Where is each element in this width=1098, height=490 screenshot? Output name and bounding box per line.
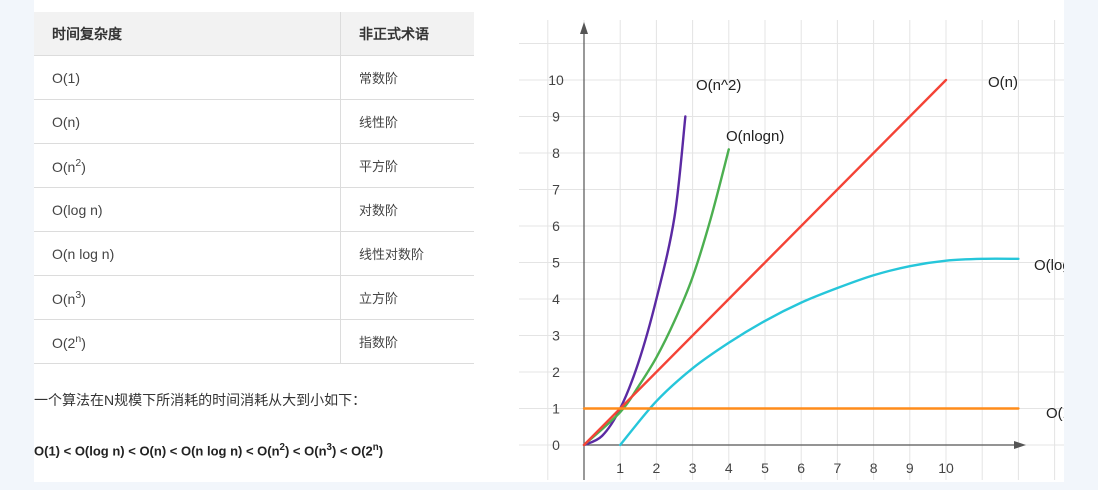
complexity-table-section: 时间复杂度 非正式术语 O(1) 常数阶 O(n) 线性阶 O(n2) 平方阶	[34, 0, 474, 482]
term-cell: 常数阶	[340, 55, 474, 100]
x-tick-label: 3	[689, 460, 697, 476]
table-row: O(2n) 指数阶	[34, 319, 474, 364]
notation-cell: O(n2)	[34, 143, 341, 188]
table-header-row: 时间复杂度 非正式术语	[34, 12, 474, 56]
x-tick-label: 8	[870, 460, 878, 476]
term-cell: 立方阶	[340, 275, 474, 320]
complexity-growth-chart: 0 1 2 3 4 5 6 7 8 9 10 1 2 3 4 5 6 7 8 9 10 O(n^2) O(nlogn) O(n…	[519, 20, 1064, 480]
complexity-caption: 一个算法在N规模下所消耗的时间消耗从大到小如下：	[34, 392, 367, 408]
series-line-o-logn	[619, 257, 1020, 447]
notation-cell: O(n)	[34, 99, 341, 144]
term-cell: 线性阶	[340, 99, 474, 144]
y-tick-label: 1	[552, 401, 560, 417]
series-label: O(logn)	[1034, 257, 1064, 274]
table-row: O(n) 线性阶	[34, 99, 474, 144]
term-cell: 平方阶	[340, 143, 474, 188]
y-tick-label: 3	[552, 328, 560, 344]
y-tick-label: 9	[552, 109, 560, 125]
y-tick-label: 7	[552, 182, 560, 198]
series-label: O(nlogn)	[726, 128, 784, 145]
series-line-o-n-2	[582, 115, 687, 447]
y-tick-label: 4	[552, 291, 560, 307]
y-axis-arrow	[580, 22, 588, 34]
term-cell: 指数阶	[340, 319, 474, 364]
series-label: O(n)	[988, 74, 1018, 91]
term-cell: 线性对数阶	[340, 231, 474, 276]
notation-cell: O(n3)	[34, 275, 341, 320]
table-row: O(log n) 对数阶	[34, 187, 474, 232]
y-tick-label: 2	[552, 364, 560, 380]
x-tick-label: 1	[616, 460, 624, 476]
x-tick-label: 9	[906, 460, 914, 476]
y-tick-label: 0	[552, 437, 560, 453]
series-label: O(n^2)	[696, 77, 741, 94]
y-tick-label: 10	[548, 72, 564, 88]
table-row: O(n2) 平方阶	[34, 143, 474, 188]
y-tick-label: 5	[552, 255, 560, 271]
x-tick-label: 6	[797, 460, 805, 476]
notation-cell: O(1)	[34, 55, 341, 100]
notation-cell: O(log n)	[34, 187, 341, 232]
series-label: O(1)	[1046, 405, 1064, 422]
table-row: O(n log n) 线性对数阶	[34, 231, 474, 276]
x-tick-label: 10	[938, 460, 954, 476]
y-tick-label: 8	[552, 145, 560, 161]
complexity-table: 时间复杂度 非正式术语 O(1) 常数阶 O(n) 线性阶 O(n2) 平方阶	[34, 12, 474, 364]
table-row: O(1) 常数阶	[34, 55, 474, 100]
x-tick-label: 5	[761, 460, 769, 476]
header-term: 非正式术语	[340, 12, 474, 56]
x-axis-arrow	[1014, 441, 1026, 449]
table-row: O(n3) 立方阶	[34, 275, 474, 320]
content-panel: 时间复杂度 非正式术语 O(1) 常数阶 O(n) 线性阶 O(n2) 平方阶	[34, 0, 1064, 482]
complexity-order-text: O(1) < O(log n) < O(n) < O(n log n) < O(…	[34, 442, 384, 459]
y-tick-label: 6	[552, 218, 560, 234]
header-complexity: 时间复杂度	[34, 12, 341, 56]
notation-cell: O(n log n)	[34, 231, 341, 276]
notation-cell: O(2n)	[34, 319, 341, 364]
x-tick-label: 4	[725, 460, 733, 476]
term-cell: 对数阶	[340, 187, 474, 232]
x-tick-label: 2	[653, 460, 661, 476]
x-tick-label: 7	[834, 460, 842, 476]
